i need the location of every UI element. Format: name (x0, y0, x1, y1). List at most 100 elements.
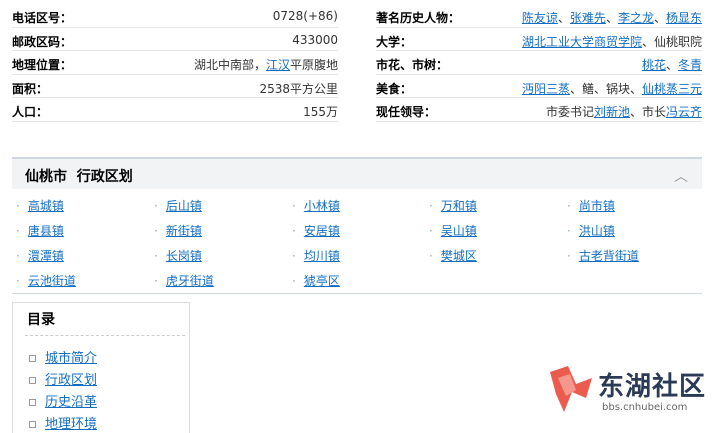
toc-item[interactable]: 地理环境 (29, 413, 97, 432)
toc-link[interactable]: 地理环境 (45, 417, 97, 432)
admin-division-item[interactable]: · 云池街道 (16, 272, 76, 294)
info-value: 沔阳三蒸、鳝、锅块、仙桃蒸三元 (522, 80, 702, 97)
toc-item[interactable]: 历史沿革 (29, 391, 97, 410)
admin-division-link[interactable]: 唐县镇 (28, 224, 64, 238)
toc-item[interactable]: 行政区划 (29, 369, 97, 388)
info-text: 、鳝、锅块、 (569, 81, 642, 96)
toc-link[interactable]: 历史沿革 (45, 395, 97, 410)
admin-division-link[interactable]: 后山镇 (166, 199, 202, 213)
info-value: 陈友谅、张难先、李之龙、杨显东 (522, 9, 702, 26)
admin-division-item[interactable]: · 樊城区 (429, 247, 477, 269)
admin-division-link[interactable]: 均川镇 (304, 249, 340, 263)
info-row-cuisine: 美食： 沔阳三蒸、鳝、锅块、仙桃蒸三元 (376, 75, 702, 98)
table-of-contents: 目录 城市简介 行政区划 历史沿革 地理环境 (12, 302, 190, 433)
bullet-icon: · (16, 274, 20, 288)
info-label: 现任领导： (376, 105, 437, 119)
admin-division-item[interactable]: · 猇亭区 (292, 272, 340, 294)
admin-division-link[interactable]: 洪山镇 (579, 224, 615, 238)
admin-division-item[interactable]: · 万和镇 (429, 197, 477, 219)
admin-division-item[interactable]: · 高城镇 (16, 197, 64, 219)
info-value: 湖北工业大学商贸学院、仙桃职院 (522, 33, 702, 50)
bullet-icon: · (292, 249, 296, 263)
admin-division-link[interactable]: 小林镇 (304, 199, 340, 213)
bullet-icon: · (567, 199, 571, 213)
info-row-location: 地理位置： 湖北中南部，江汉平原腹地 (12, 51, 338, 75)
info-value: 市委书记刘新池、市长冯云齐 (546, 103, 702, 120)
admin-division-item[interactable]: · 虎牙街道 (154, 272, 214, 294)
collapse-chevron-icon[interactable]: ︿ (674, 166, 688, 186)
info-row-famous-people: 著名历史人物： 陈友谅、张难先、李之龙、杨显东 (376, 4, 702, 28)
info-label: 大学： (376, 34, 413, 49)
admin-division-item[interactable]: · 尚市镇 (567, 197, 615, 219)
info-label: 人口： (12, 105, 49, 119)
admin-division-item[interactable]: · 洪山镇 (567, 222, 615, 244)
admin-division-item[interactable]: · 唐县镇 (16, 222, 64, 244)
link-person[interactable]: 李之龙 (618, 11, 654, 25)
info-row-university: 大学： 湖北工业大学商贸学院、仙桃职院 (376, 28, 702, 51)
link-leader[interactable]: 冯云齐 (666, 105, 702, 119)
admin-division-link[interactable]: 虎牙街道 (166, 274, 214, 288)
info-text: 湖北中南部， (193, 58, 266, 72)
admin-division-link[interactable]: 高城镇 (28, 199, 64, 213)
bullet-icon: · (292, 199, 296, 213)
admin-division-item[interactable]: · 新街镇 (154, 222, 202, 244)
info-text: 、 (665, 58, 678, 72)
admin-divisions-header: 仙桃市 行政区划 ︿ (12, 159, 702, 189)
info-row-city-flower-tree: 市花、市树： 桃花、冬青 (376, 51, 702, 75)
info-label: 美食： (376, 81, 413, 96)
info-value: 桃花、冬青 (642, 56, 702, 73)
bullet-icon: · (16, 224, 20, 238)
info-label: 电话区号： (12, 11, 73, 25)
info-row-area-code: 电话区号： 0728(+86) (12, 4, 338, 28)
admin-division-link[interactable]: 尚市镇 (579, 199, 615, 213)
admin-division-item[interactable]: · 长岗镇 (154, 247, 202, 269)
link-food[interactable]: 仙桃蒸三元 (642, 82, 702, 96)
toc-link[interactable]: 行政区划 (45, 373, 97, 388)
info-label: 邮政区码： (12, 34, 73, 49)
link-food[interactable]: 沔阳三蒸 (522, 82, 570, 96)
info-row-leaders: 现任领导： 市委书记刘新池、市长冯云齐 (376, 98, 702, 122)
admin-divisions-title: 仙桃市 行政区划 (25, 169, 133, 185)
link-jianghan[interactable]: 江汉 (266, 58, 290, 72)
separator: 、 (557, 11, 570, 25)
link-university[interactable]: 湖北工业大学商贸学院 (522, 35, 642, 49)
link-person[interactable]: 陈友谅 (522, 11, 558, 25)
info-value: 433000 (292, 32, 338, 47)
admin-division-link[interactable]: 长岗镇 (166, 249, 202, 263)
watermark-logo-icon (550, 366, 592, 412)
admin-division-link[interactable]: 万和镇 (441, 199, 477, 213)
link-person[interactable]: 杨显东 (666, 11, 702, 25)
bullet-icon: · (567, 224, 571, 238)
admin-division-link[interactable]: 澴潭镇 (28, 249, 64, 263)
info-value: 155万 (303, 105, 338, 119)
bullet-icon: · (292, 224, 296, 238)
link-city-tree[interactable]: 冬青 (678, 58, 702, 72)
info-label: 著名历史人物： (376, 11, 461, 25)
admin-division-link[interactable]: 云池街道 (28, 274, 76, 288)
info-row-postal-code: 邮政区码： 433000 (12, 28, 338, 51)
admin-division-item[interactable]: · 古老背街道 (567, 247, 639, 269)
toc-title: 目录 (27, 312, 55, 328)
admin-division-link[interactable]: 吴山镇 (441, 224, 477, 238)
admin-division-link[interactable]: 新街镇 (166, 224, 202, 238)
link-person[interactable]: 张难先 (570, 11, 606, 25)
admin-division-link[interactable]: 樊城区 (441, 249, 477, 263)
admin-division-item[interactable]: · 澴潭镇 (16, 247, 64, 269)
link-leader[interactable]: 刘新池 (594, 105, 630, 119)
separator: 、 (653, 11, 666, 25)
admin-division-item[interactable]: · 小林镇 (292, 197, 340, 219)
square-bullet-icon (29, 399, 36, 406)
toc-item[interactable]: 城市简介 (29, 347, 97, 366)
admin-division-link[interactable]: 古老背街道 (579, 249, 639, 263)
info-row-population: 人口： 155万 (12, 98, 338, 122)
admin-division-item[interactable]: · 后山镇 (154, 197, 202, 219)
admin-division-link[interactable]: 猇亭区 (304, 274, 340, 288)
admin-division-item[interactable]: · 安居镇 (292, 222, 340, 244)
toc-link[interactable]: 城市简介 (45, 351, 97, 366)
bullet-icon: · (429, 224, 433, 238)
admin-division-link[interactable]: 安居镇 (304, 224, 340, 238)
admin-division-item[interactable]: · 吴山镇 (429, 222, 477, 244)
admin-division-item[interactable]: · 均川镇 (292, 247, 340, 269)
watermark-name: 东湖社区 (598, 372, 707, 402)
link-city-flower[interactable]: 桃花 (642, 58, 666, 72)
